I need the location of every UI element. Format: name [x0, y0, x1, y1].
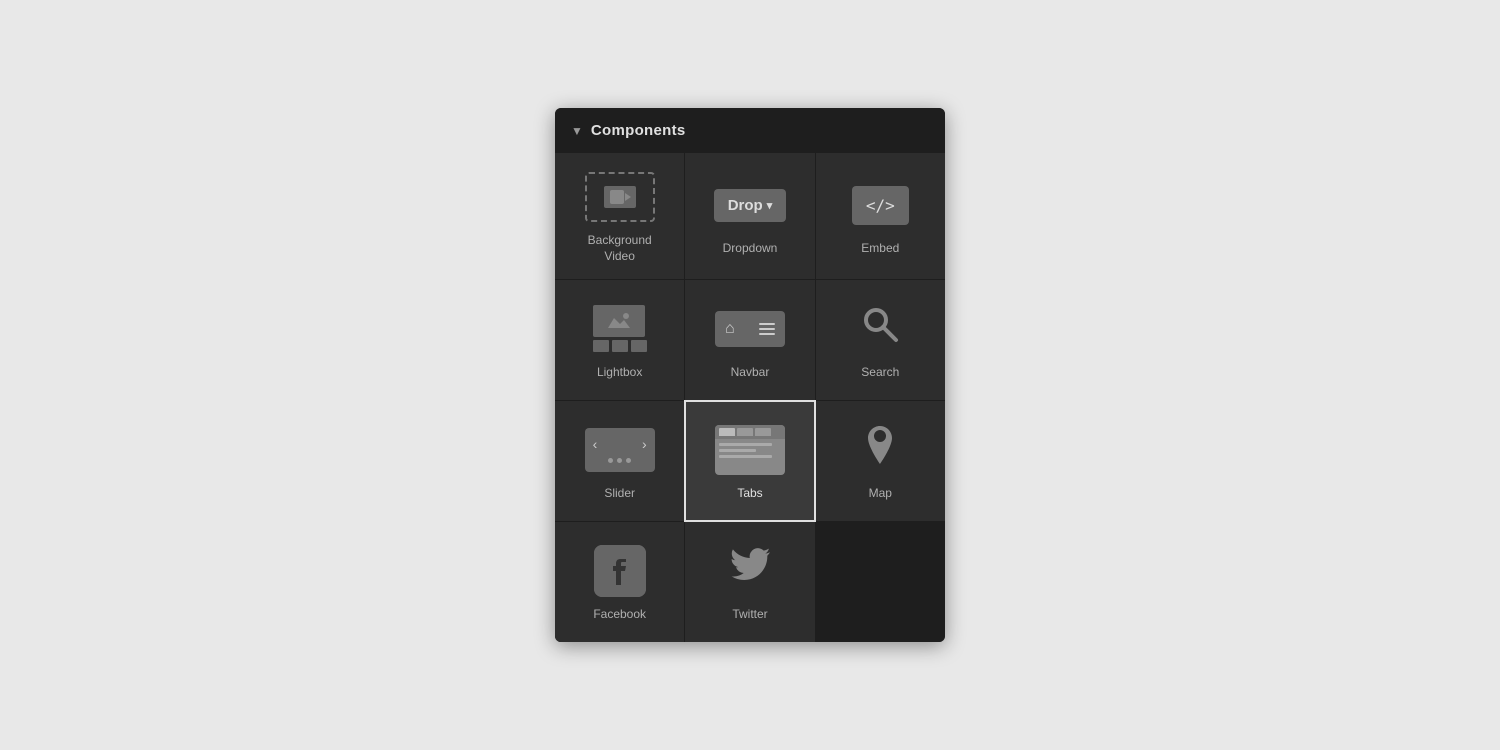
component-background-video[interactable]: BackgroundVideo: [555, 153, 684, 278]
navbar-icon: ⌂: [714, 303, 786, 355]
search-icon: [844, 303, 916, 355]
component-dropdown[interactable]: Drop ▾ Dropdown: [685, 153, 814, 278]
component-facebook[interactable]: Facebook: [555, 522, 684, 642]
map-icon: [844, 424, 916, 476]
panel-header: ▼ Components: [555, 108, 945, 153]
map-label: Map: [869, 486, 892, 502]
twitter-label: Twitter: [732, 607, 767, 623]
embed-label: Embed: [861, 241, 899, 257]
component-search[interactable]: Search: [816, 280, 945, 400]
collapse-arrow[interactable]: ▼: [571, 124, 583, 138]
components-grid: BackgroundVideo Drop ▾ Dropdown </> Embe…: [555, 153, 945, 641]
search-label: Search: [861, 365, 899, 381]
component-slider[interactable]: ‹ › Slider: [555, 401, 684, 521]
component-lightbox[interactable]: Lightbox: [555, 280, 684, 400]
component-navbar[interactable]: ⌂ Navbar: [685, 280, 814, 400]
dropdown-icon: Drop ▾: [714, 179, 786, 231]
panel-title: Components: [591, 122, 686, 139]
twitter-icon: [714, 545, 786, 597]
slider-icon: ‹ ›: [584, 424, 656, 476]
embed-icon: </>: [844, 179, 916, 231]
slider-label: Slider: [604, 486, 635, 502]
component-tabs[interactable]: Tabs: [684, 400, 815, 522]
facebook-icon: [584, 545, 656, 597]
lightbox-icon: [584, 303, 656, 355]
background-video-icon: [584, 171, 656, 223]
tabs-label: Tabs: [737, 486, 762, 502]
component-embed[interactable]: </> Embed: [816, 153, 945, 278]
components-panel: ▼ Components BackgroundVideo: [555, 108, 945, 641]
lightbox-label: Lightbox: [597, 365, 642, 381]
dropdown-label: Dropdown: [723, 241, 778, 257]
background-video-label: BackgroundVideo: [588, 233, 652, 264]
component-twitter[interactable]: Twitter: [685, 522, 814, 642]
facebook-label: Facebook: [593, 607, 646, 623]
navbar-label: Navbar: [731, 365, 770, 381]
tabs-icon: [714, 424, 786, 476]
component-map[interactable]: Map: [816, 401, 945, 521]
